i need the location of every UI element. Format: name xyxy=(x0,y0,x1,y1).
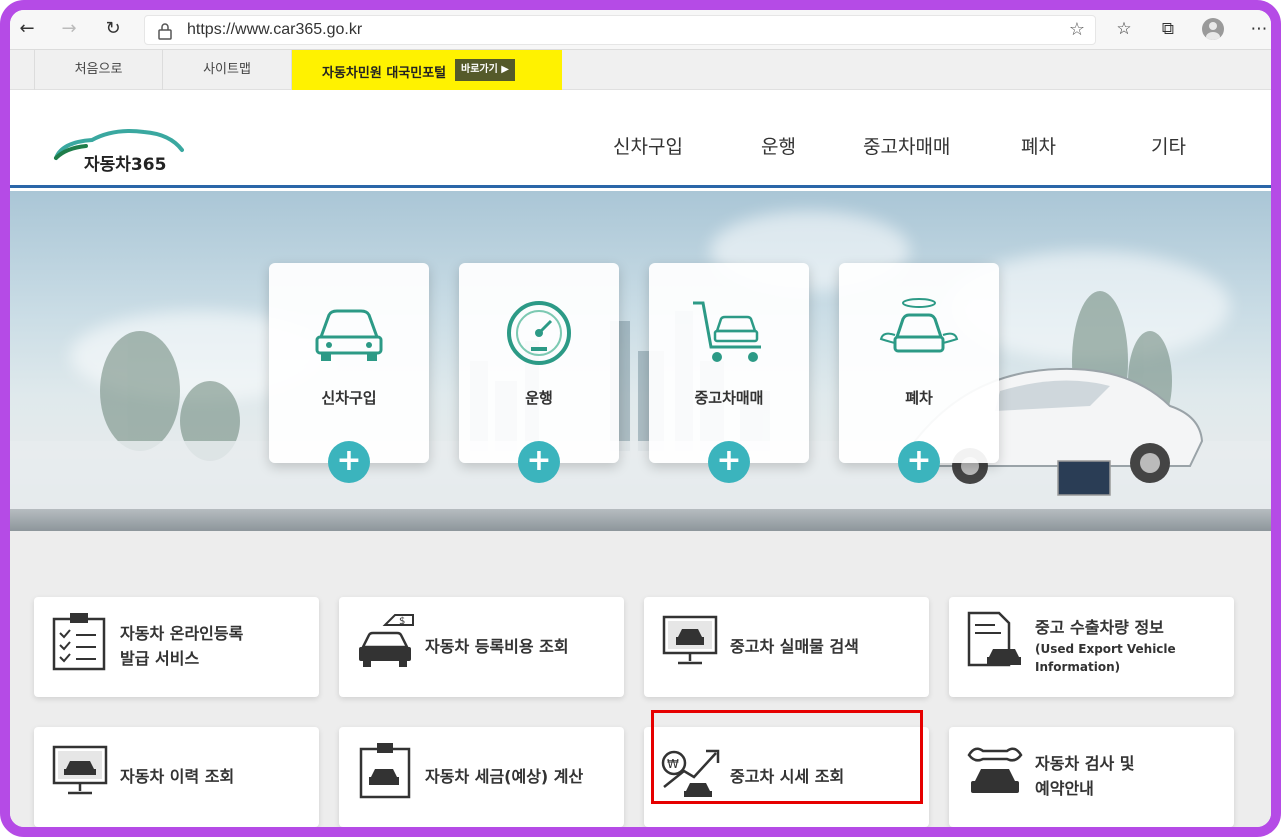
nav-etc[interactable]: 기타 xyxy=(1151,132,1186,159)
service-used-car-search[interactable]: 중고차 실매물 검색 xyxy=(644,597,929,697)
portal-banner[interactable]: 자동차민원 대국민포털 바로가기 ▶ xyxy=(292,50,562,90)
service-title: 자동차 검사 및 xyxy=(1035,754,1135,773)
favorite-star-icon[interactable]: ☆ xyxy=(1069,19,1085,40)
service-inspection-booking[interactable]: 자동차 검사 및 예약안내 xyxy=(949,727,1234,827)
hero-card-new-car[interactable]: 신차구입 + xyxy=(269,263,429,483)
portal-label: 자동차민원 대국민포털 xyxy=(322,66,447,81)
hero-card-used-car[interactable]: 중고차매매 + xyxy=(649,263,809,483)
car-price-tag-icon: $ xyxy=(359,614,414,667)
svg-text:$: $ xyxy=(399,616,405,627)
shopping-cart-car-icon xyxy=(693,301,761,362)
plus-icon[interactable]: + xyxy=(898,441,940,483)
favorites-list-icon[interactable]: ☆ xyxy=(1113,18,1135,40)
hero-card-driving[interactable]: 운행 + xyxy=(459,263,619,483)
service-tax-calculation[interactable]: 자동차 세금(예상) 계산 xyxy=(339,727,624,827)
clipboard-car-icon xyxy=(359,743,411,799)
service-title: 자동차 이력 조회 xyxy=(120,767,235,786)
site-header: 자동차365 신차구입 운행 중고차매매 폐차 기타 xyxy=(10,90,1271,188)
lock-icon xyxy=(158,23,172,40)
car-front-icon xyxy=(315,309,383,361)
service-subtitle: (Used Export Vehicle xyxy=(1035,642,1176,656)
window-frame: ← → ↻ https://www.car365.go.kr ☆ ☆ ⧉ ⋯ 처… xyxy=(0,0,1281,837)
portal-go-button[interactable]: 바로가기 ▶ xyxy=(455,59,515,81)
utility-bar: 처음으로 사이트맵 자동차민원 대국민포털 바로가기 ▶ xyxy=(10,50,1271,90)
collections-icon[interactable]: ⧉ xyxy=(1157,18,1179,40)
back-icon[interactable]: ← xyxy=(14,16,40,42)
url-text: https://www.car365.go.kr xyxy=(187,21,363,38)
hero-card-label: 신차구입 xyxy=(321,389,377,407)
plus-icon[interactable]: + xyxy=(518,441,560,483)
profile-avatar[interactable] xyxy=(1202,18,1224,40)
plus-icon[interactable]: + xyxy=(328,441,370,483)
service-title: 자동차 세금(예상) 계산 xyxy=(425,767,584,786)
refresh-icon[interactable]: ↻ xyxy=(100,16,126,42)
more-options-icon[interactable]: ⋯ xyxy=(1248,18,1270,40)
site-logo[interactable]: 자동차365 xyxy=(52,128,184,176)
nav-used-car[interactable]: 중고차매매 xyxy=(863,132,950,159)
service-title: 자동차 온라인등록 xyxy=(120,624,244,643)
service-subtitle-line2: Information) xyxy=(1035,660,1121,674)
highlight-box xyxy=(651,710,923,804)
service-title: 자동차 등록비용 조회 xyxy=(425,637,569,656)
service-title-line2: 예약안내 xyxy=(1035,779,1094,798)
browser-toolbar: ← → ↻ https://www.car365.go.kr ☆ ☆ ⧉ ⋯ xyxy=(10,10,1271,50)
home-link[interactable]: 처음으로 xyxy=(34,50,162,90)
service-title: 중고차 실매물 검색 xyxy=(730,637,859,656)
logo-text: 자동차365 xyxy=(84,155,167,175)
service-vehicle-history[interactable]: 자동차 이력 조회 xyxy=(34,727,319,827)
nav-scrap[interactable]: 폐차 xyxy=(1021,132,1056,159)
service-online-registration[interactable]: 자동차 온라인등록 발급 서비스 xyxy=(34,597,319,697)
nav-new-car[interactable]: 신차구입 xyxy=(613,132,683,159)
service-title: 중고 수출차량 정보 xyxy=(1035,618,1164,637)
angel-car-icon xyxy=(879,298,959,353)
service-export-vehicle-info[interactable]: 중고 수출차량 정보 (Used Export Vehicle Informat… xyxy=(949,597,1234,697)
hero-card-label: 중고차매매 xyxy=(694,389,764,407)
monitor-car-icon xyxy=(52,745,108,795)
clipboard-checklist-icon xyxy=(52,613,106,671)
hero-card-label: 운행 xyxy=(525,389,553,407)
wrench-car-icon xyxy=(967,747,1023,793)
service-title-line2: 발급 서비스 xyxy=(120,649,200,668)
document-car-icon xyxy=(967,611,1021,667)
sitemap-link[interactable]: 사이트맵 xyxy=(162,50,292,90)
monitor-car-icon xyxy=(662,615,718,665)
forward-icon[interactable]: → xyxy=(56,16,82,42)
skyline-illustration xyxy=(10,291,1271,511)
hero-card-label: 폐차 xyxy=(905,389,933,407)
address-bar[interactable]: https://www.car365.go.kr ☆ xyxy=(144,15,1096,45)
nav-driving[interactable]: 운행 xyxy=(761,132,796,159)
plus-icon[interactable]: + xyxy=(708,441,750,483)
road-strip xyxy=(10,509,1271,531)
hero-card-scrap[interactable]: 폐차 + xyxy=(839,263,999,483)
speedometer-icon xyxy=(507,301,571,365)
service-registration-cost[interactable]: $ 자동차 등록비용 조회 xyxy=(339,597,624,697)
hero-banner: 신차구입 + 운행 + 중고차매매 + 폐차 + xyxy=(10,191,1271,531)
